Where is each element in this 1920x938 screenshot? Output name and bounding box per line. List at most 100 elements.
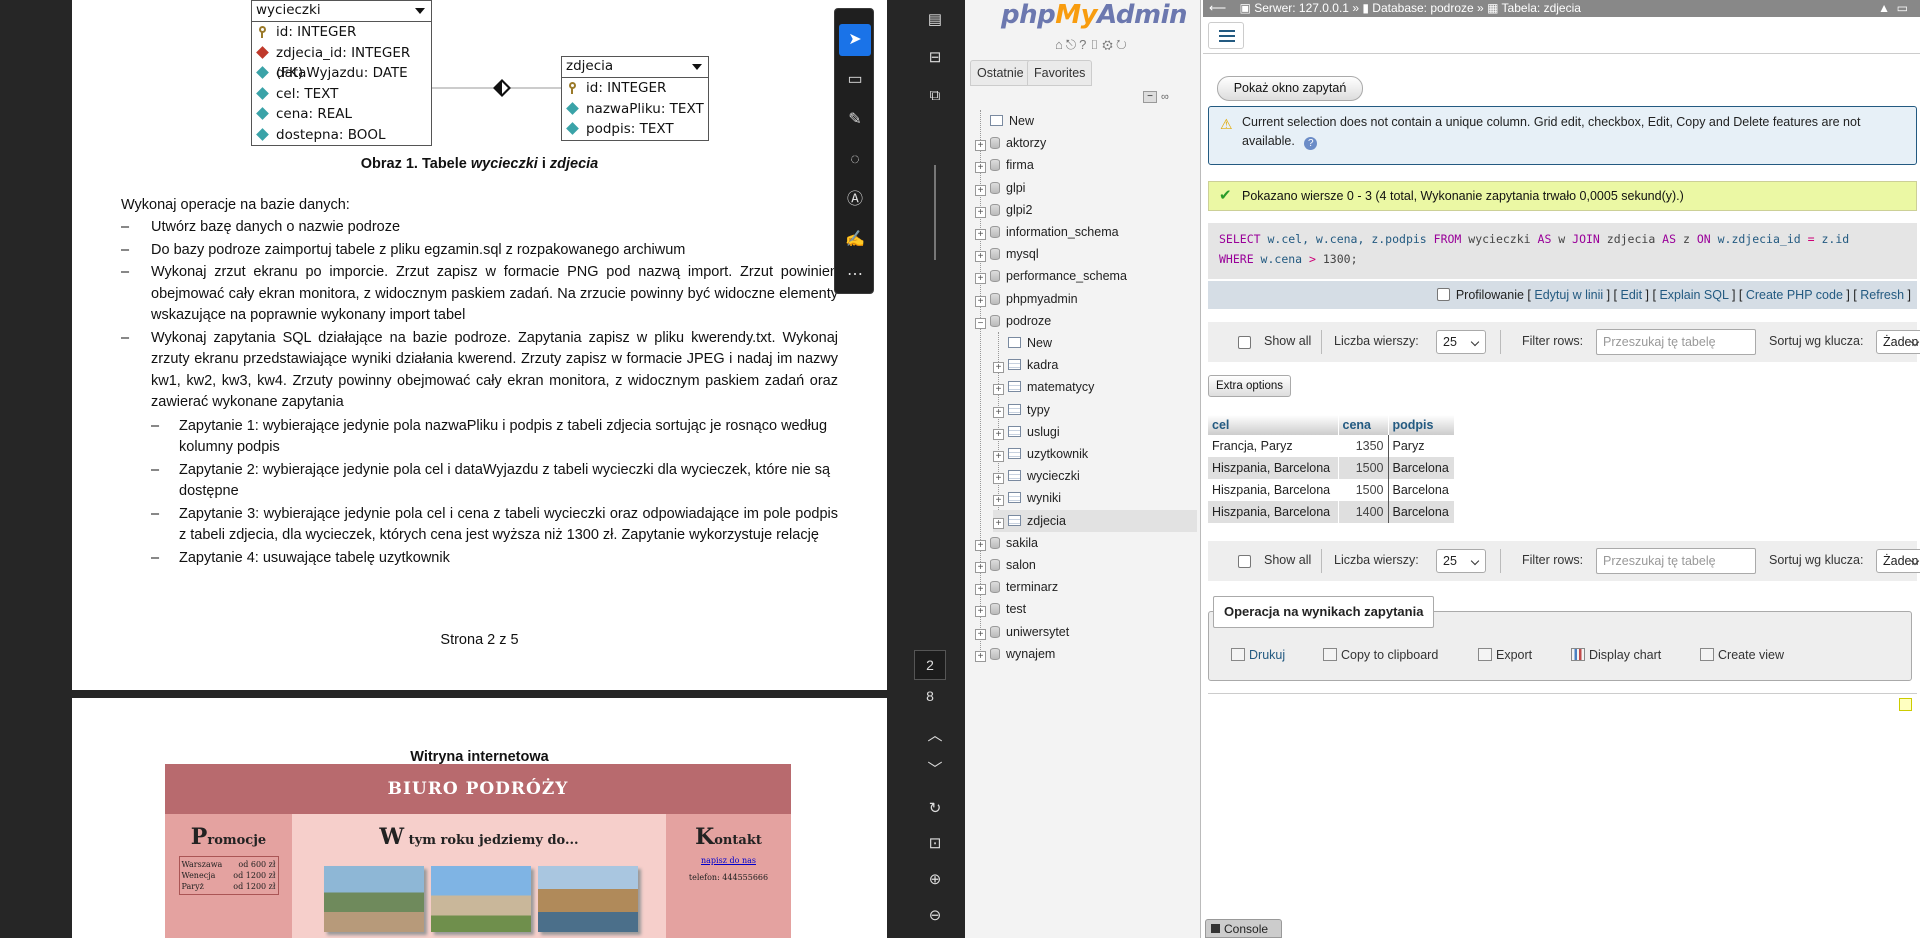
select-cursor-icon[interactable]: ➤	[839, 24, 871, 56]
add-comment-icon[interactable]: ▭	[839, 64, 871, 96]
tree-item-mysql[interactable]: + mysql	[975, 243, 1039, 265]
bookmarks-panel-icon[interactable]: ⊟	[919, 44, 951, 72]
tree-item-wyniki[interactable]: + wyniki	[993, 487, 1061, 509]
previous-page-icon[interactable]: ︿	[919, 722, 951, 750]
print-link[interactable]: Drukuj	[1231, 648, 1285, 662]
expand-icon[interactable]: +	[993, 451, 1004, 462]
tree-item-performance_schema[interactable]: + performance_schema	[975, 265, 1127, 287]
explain-sql-link[interactable]: Explain SQL	[1659, 288, 1728, 302]
collapse-all-icon[interactable]: −	[1143, 91, 1157, 103]
expand-icon[interactable]: +	[993, 517, 1004, 529]
tree-item-test[interactable]: + test	[975, 598, 1026, 620]
expand-icon[interactable]: +	[993, 362, 1004, 374]
show-all-checkbox[interactable]	[1238, 336, 1251, 349]
expand-icon[interactable]: +	[993, 406, 1004, 418]
highlight-pen-icon[interactable]: ✎	[839, 104, 871, 136]
expand-icon[interactable]: +	[975, 162, 986, 174]
reload-icon[interactable]: ↻	[1116, 37, 1130, 52]
text-box-icon[interactable]: Ⓐ	[839, 184, 871, 216]
lock-icon[interactable]: ▲	[1878, 0, 1890, 17]
help-icon[interactable]: ?	[1304, 137, 1318, 150]
more-options-icon[interactable]: ⋯	[839, 259, 871, 291]
expand-icon[interactable]: +	[975, 562, 986, 573]
breadcrumb-server[interactable]: Serwer: 127.0.0.1	[1254, 1, 1349, 15]
show-query-box-button[interactable]: Pokaż okno zapytań	[1217, 76, 1363, 101]
tree-item-aktorzy[interactable]: + aktorzy	[975, 132, 1046, 154]
help-icon[interactable]: ?	[1079, 37, 1089, 52]
expand-icon[interactable]: +	[993, 473, 1004, 485]
expand-icon[interactable]: +	[993, 428, 1004, 440]
page-fit-icon[interactable]: ⊡	[919, 830, 951, 858]
back-arrow-icon[interactable]: ⟵	[1209, 1, 1226, 15]
rows-per-page-select[interactable]: 25	[1436, 549, 1486, 573]
expand-icon[interactable]: +	[993, 495, 1004, 507]
pages-panel-icon[interactable]: ⧉	[919, 82, 951, 110]
tree-item-uniwersytet[interactable]: + uniwersytet	[975, 621, 1069, 643]
tree-item-wycieczki[interactable]: + wycieczki	[993, 465, 1080, 487]
edit-link[interactable]: Edit	[1621, 288, 1643, 302]
settings-gear-icon[interactable]: ⚙	[1102, 37, 1116, 52]
tree-item-uzytkownik[interactable]: + uzytkownik	[993, 443, 1088, 465]
expand-icon[interactable]: +	[975, 184, 986, 196]
tree-item-terminarz[interactable]: + terminarz	[975, 576, 1058, 598]
expand-icon[interactable]: +	[975, 140, 986, 152]
tree-item-wynajem[interactable]: + wynajem	[975, 643, 1055, 665]
freehand-draw-icon[interactable]: ◌	[839, 144, 871, 176]
tree-item-information_schema[interactable]: + information_schema	[975, 221, 1119, 243]
tree-item-typy[interactable]: + typy	[993, 399, 1050, 421]
current-page-input[interactable]: 2	[914, 650, 946, 680]
filter-rows-input[interactable]: Przeszukaj tę tabelę	[1596, 329, 1756, 355]
tree-item-sakila[interactable]: + sakila	[975, 532, 1038, 554]
expand-icon[interactable]: +	[975, 251, 986, 263]
window-icon[interactable]: ▭	[1897, 0, 1908, 17]
profiling-checkbox[interactable]	[1436, 288, 1450, 301]
expand-icon[interactable]: +	[975, 273, 986, 285]
tree-item-matematycy[interactable]: + matematycy	[993, 376, 1094, 398]
tree-item-firma[interactable]: + firma	[975, 154, 1034, 176]
refresh-link[interactable]: Refresh	[1860, 288, 1904, 302]
copy-to-clipboard-link[interactable]: Copy to clipboard	[1323, 648, 1438, 662]
expand-icon[interactable]: +	[975, 628, 986, 640]
menu-hamburger-icon[interactable]	[1208, 22, 1244, 49]
expand-icon[interactable]: +	[975, 650, 986, 662]
export-link[interactable]: Export	[1478, 648, 1532, 662]
expand-icon[interactable]: +	[975, 606, 986, 618]
logout-icon[interactable]: ⎋	[1066, 37, 1079, 52]
expand-icon[interactable]: +	[975, 539, 986, 551]
link-with-main-icon[interactable]: ∞	[1161, 91, 1177, 103]
expand-icon[interactable]: +	[975, 295, 986, 307]
sort-by-key-select[interactable]: Żaden	[1876, 549, 1920, 573]
comments-panel-icon[interactable]: ▤	[919, 6, 951, 34]
bookmark-note-icon[interactable]	[1899, 698, 1912, 711]
tree-item-kadra[interactable]: + kadra	[993, 354, 1058, 376]
tree-item-new[interactable]: +New	[993, 332, 1052, 354]
filter-rows-input[interactable]: Przeszukaj tę tabelę	[1596, 548, 1756, 574]
home-icon[interactable]: ⌂	[1055, 37, 1066, 52]
phpmyadmin-logo[interactable]: phpMyAdmin	[1001, 0, 1188, 30]
expand-icon[interactable]: +	[975, 229, 986, 240]
tree-item-new[interactable]: +New	[975, 110, 1034, 132]
expand-icon[interactable]: +	[975, 206, 986, 218]
breadcrumb-database[interactable]: Database: podroze	[1372, 1, 1473, 15]
column-header-podpis[interactable]: podpis	[1388, 415, 1455, 435]
tree-item-glpi2[interactable]: + glpi2	[975, 199, 1032, 221]
expand-icon[interactable]: +	[975, 584, 986, 596]
sign-icon[interactable]: ✍	[839, 224, 871, 256]
tree-item-zdjecia[interactable]: + zdjecia	[993, 509, 1197, 532]
tab-recent[interactable]: Ostatnie	[970, 60, 1031, 86]
tree-item-podroze[interactable]: − podroze	[975, 310, 1051, 332]
scrollbar-thumb[interactable]	[934, 165, 936, 260]
tree-item-glpi[interactable]: + glpi	[975, 177, 1025, 199]
extra-options-button[interactable]: Extra options	[1208, 375, 1291, 397]
zoom-in-icon[interactable]: ⊕	[919, 866, 951, 894]
docs-icon[interactable]: ▯	[1089, 37, 1102, 52]
column-header-cel[interactable]: cel	[1208, 415, 1339, 435]
create-view-link[interactable]: Create view	[1700, 648, 1784, 662]
display-chart-link[interactable]: Display chart	[1571, 648, 1661, 662]
tree-item-phpmyadmin[interactable]: + phpmyadmin	[975, 288, 1078, 310]
expand-icon[interactable]: +	[993, 384, 1004, 396]
breadcrumb-table[interactable]: Tabela: zdjecia	[1502, 1, 1581, 15]
inline-edit-link[interactable]: Edytuj w linii	[1534, 288, 1603, 302]
console-tab[interactable]: Console	[1205, 919, 1282, 938]
tree-item-salon[interactable]: + salon	[975, 554, 1036, 576]
